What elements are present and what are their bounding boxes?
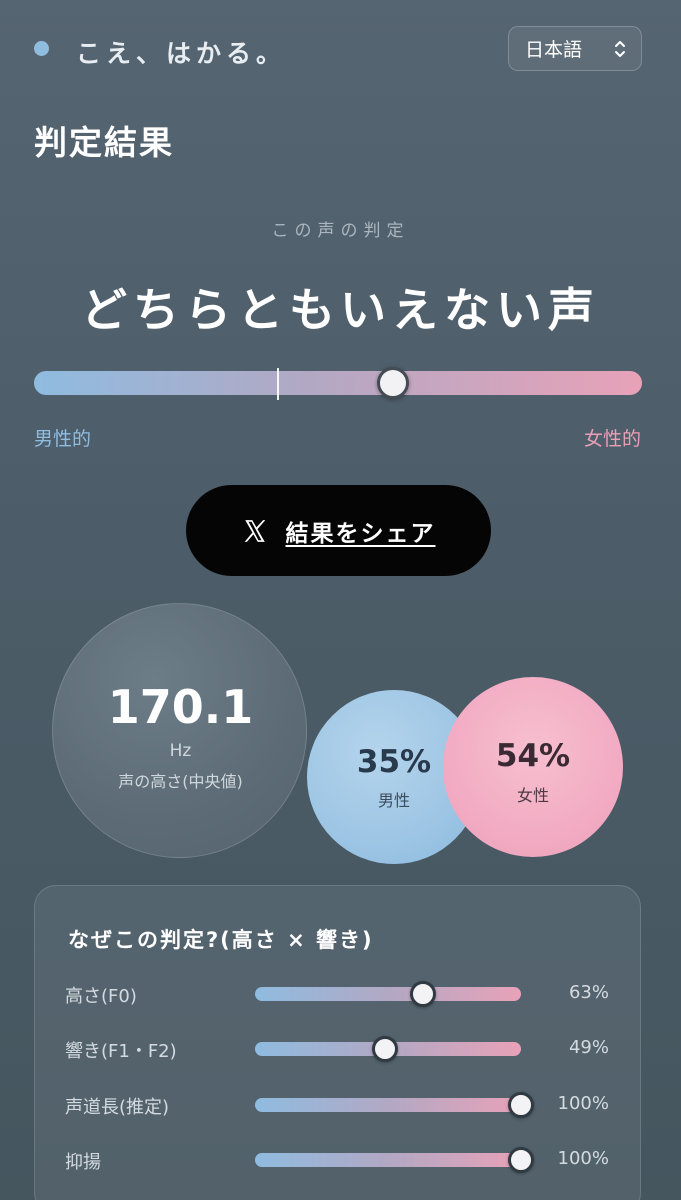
gauge-center-marker [277,368,279,400]
why-card: なぜこの判定?(高さ × 響き) 高さ(F0) 63% 響き(F1・F2) 49… [34,885,641,1200]
metric-label: 声道長(推定) [65,1097,170,1118]
metric-bar [255,1036,521,1062]
pitch-circle: 170.1 Hz 声の高さ(中央値) [52,603,307,858]
why-title: なぜこの判定?(高さ × 響き) [68,928,374,952]
metric-thumb [409,981,436,1007]
metric-thumb [508,1092,534,1118]
female-percent: 54% [495,738,571,774]
page-title: 判定結果 [34,123,174,162]
gauge-right-label: 女性的 [583,428,641,450]
metric-bar [255,1147,534,1173]
result-gauge [34,367,642,400]
chevron-updown-icon [615,41,625,57]
brand-dot-icon [34,41,49,56]
metric-percent: 63% [568,982,609,1003]
female-score-circle: 54% 女性 [443,677,623,857]
x-logo-icon [244,519,265,542]
metric-bar [255,1092,534,1118]
pitch-unit: Hz [169,741,192,761]
metric-percent: 100% [557,1148,609,1169]
result-label: この声の判定 [271,221,410,241]
metric-label: 響き(F1・F2) [65,1041,177,1062]
metric-label: 抑揚 [65,1152,101,1173]
brand-name: こえ、はかる。 [76,39,287,68]
female-label: 女性 [516,786,549,805]
pitch-value: 170.1 [107,680,254,734]
metric-row-vocal-tract: 声道長(推定) 100% [35,1085,642,1125]
metric-bar [255,981,521,1007]
metric-thumb [508,1147,534,1173]
pitch-caption: 声の高さ(中央値) [118,772,243,791]
metric-row-pitch: 高さ(F0) 63% [35,974,642,1014]
share-button[interactable]: 結果をシェア [186,485,491,576]
metric-percent: 100% [557,1093,609,1114]
metric-label: 高さ(F0) [65,986,137,1007]
share-button-label: 結果をシェア [285,520,436,547]
language-select-value: 日本語 [525,39,583,61]
language-select[interactable]: 日本語 [508,26,642,71]
gauge-thumb [376,367,409,399]
gauge-left-label: 男性的 [34,428,92,450]
metric-row-intonation: 抑揚 100% [35,1140,642,1180]
metric-thumb [372,1036,399,1062]
metric-percent: 49% [568,1037,609,1058]
app-header: こえ、はかる。 日本語 [0,0,681,100]
result-value: どちらともいえない声 [80,283,601,337]
metric-row-resonance: 響き(F1・F2) 49% [35,1029,642,1069]
